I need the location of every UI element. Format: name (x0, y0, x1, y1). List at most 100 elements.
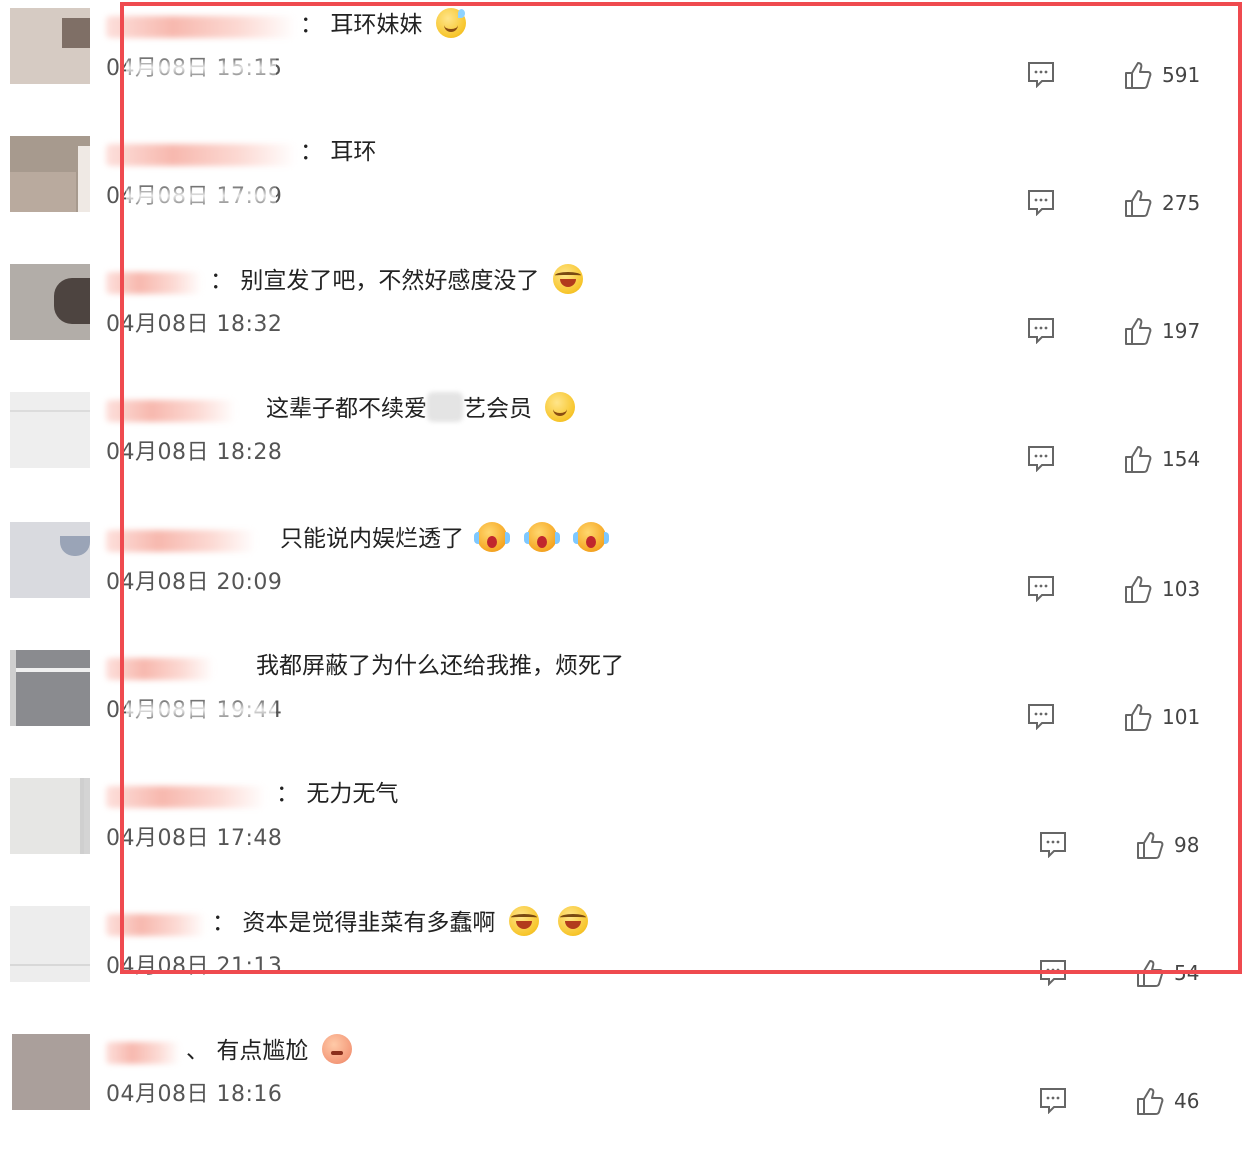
comment-body: 别宣发了吧，不然好感度没了 (240, 268, 540, 294)
shocked-emoji-icon (474, 522, 511, 552)
thumbs-up-icon (1125, 704, 1152, 731)
comment-icon[interactable] (1026, 60, 1056, 88)
username[interactable] (106, 914, 206, 936)
username[interactable] (106, 272, 202, 294)
comment-icon[interactable] (1038, 830, 1068, 858)
comment-text: 只能说内娱烂透了 (280, 522, 609, 555)
comment-date: 04月08日 18:32 (106, 312, 283, 337)
comment-icon[interactable] (1026, 702, 1056, 730)
thumbs-up-icon (1137, 960, 1164, 987)
like-count: 154 (1162, 447, 1201, 471)
separator: 、 (186, 1038, 209, 1064)
avatar[interactable] (10, 778, 90, 854)
like-button[interactable]: 275 (1124, 188, 1204, 218)
like-button[interactable]: 101 (1124, 702, 1204, 732)
comment-body: 耳环 (330, 139, 377, 165)
like-count: 46 (1174, 1089, 1200, 1113)
comment-item: ： 资本是觉得韭菜有多蠢啊 04月08日 21:13 54 (0, 902, 1248, 1030)
like-count: 103 (1162, 577, 1201, 601)
comment-icon[interactable] (1026, 574, 1056, 602)
comment-body: 耳环妹妹 (330, 12, 423, 38)
awkward-emoji-icon (321, 1034, 352, 1064)
comment-item: ： 无力无气 04月08日 17:48 98 (0, 774, 1248, 902)
username[interactable] (106, 1042, 180, 1064)
comment-text: ： 资本是觉得韭菜有多蠢啊 (212, 906, 588, 939)
laughing-emoji-icon (552, 264, 583, 294)
sweat-smile-emoji-icon (435, 8, 466, 38)
comment-item: ： 耳环妹妹 04月08日 15:15 591 (0, 4, 1248, 132)
avatar[interactable] (10, 392, 90, 468)
comment-body: 资本是觉得韭菜有多蠢啊 (242, 910, 496, 936)
comment-item: 只能说内娱烂透了 04月08日 20:09 103 (0, 518, 1248, 646)
comment-date: 04月08日 17:09 (106, 184, 283, 209)
comment-item: 我都屏蔽了为什么还给我推，烦死了 04月08日 19:44 101 (0, 646, 1248, 774)
thumbs-up-icon (1125, 62, 1152, 89)
avatar[interactable] (10, 906, 90, 982)
thumbs-up-icon (1125, 446, 1152, 473)
smile-emoji-icon (545, 392, 576, 422)
comment-body: 有点尴尬 (216, 1038, 309, 1064)
comment-text: ： 耳环 (300, 136, 376, 168)
like-count: 54 (1174, 961, 1200, 985)
comment-icon[interactable] (1026, 444, 1056, 472)
like-count: 275 (1162, 191, 1201, 215)
comment-item: 、 有点尴尬 04月08日 18:16 46 (0, 1030, 1248, 1158)
comment-text: 、 有点尴尬 (186, 1034, 352, 1067)
comment-text: 我都屏蔽了为什么还给我推，烦死了 (256, 650, 624, 682)
thumbs-up-icon (1125, 318, 1152, 345)
laughing-emoji-icon (557, 906, 588, 936)
comment-date: 04月08日 18:16 (106, 1082, 283, 1107)
username[interactable] (106, 400, 236, 422)
avatar[interactable] (10, 522, 90, 598)
comment-item: ： 别宣发了吧，不然好感度没了 04月08日 18:32 197 (0, 260, 1248, 388)
username[interactable] (106, 530, 256, 552)
avatar[interactable] (10, 8, 90, 84)
shocked-emoji-icon (523, 522, 560, 552)
username[interactable] (106, 786, 266, 808)
comment-body-rest: 艺会员 (463, 396, 532, 422)
laughing-emoji-icon (508, 906, 539, 936)
shocked-emoji-icon (572, 522, 609, 552)
avatar[interactable] (10, 264, 90, 340)
comment-item: 这辈子都不续爱 艺会员 04月08日 18:28 154 (0, 388, 1248, 516)
like-button[interactable]: 591 (1124, 60, 1204, 90)
username[interactable] (106, 144, 296, 166)
comment-date: 04月08日 17:48 (106, 826, 283, 851)
censor-mosaic (427, 392, 463, 422)
like-count: 101 (1162, 705, 1201, 729)
avatar[interactable] (10, 650, 90, 726)
comment-item: ： 耳环 04月08日 17:09 275 (0, 132, 1248, 260)
comment-date: 04月08日 15:15 (106, 56, 283, 81)
like-button[interactable]: 98 (1136, 830, 1206, 860)
avatar[interactable] (10, 136, 90, 212)
comment-icon[interactable] (1026, 188, 1056, 216)
comment-text: ： 耳环妹妹 (300, 8, 466, 41)
like-button[interactable]: 46 (1136, 1086, 1206, 1116)
comment-icon[interactable] (1038, 958, 1068, 986)
thumbs-up-icon (1125, 190, 1152, 217)
comment-body: 只能说内娱烂透了 (280, 526, 464, 552)
comment-icon[interactable] (1026, 316, 1056, 344)
separator: ： (212, 910, 235, 936)
like-button[interactable]: 54 (1136, 958, 1206, 988)
like-count: 98 (1174, 833, 1200, 857)
avatar[interactable] (12, 1034, 90, 1110)
like-button[interactable]: 103 (1124, 574, 1204, 604)
thumbs-up-icon (1137, 1088, 1164, 1115)
separator: ： (210, 268, 233, 294)
comment-body: 我都屏蔽了为什么还给我推，烦死了 (256, 653, 624, 679)
comment-text: ： 无力无气 (276, 778, 398, 810)
like-button[interactable]: 197 (1124, 316, 1204, 346)
username[interactable] (106, 16, 296, 38)
comment-date: 04月08日 20:09 (106, 570, 283, 595)
thumbs-up-icon (1125, 576, 1152, 603)
separator: ： (276, 781, 299, 807)
comment-date: 04月08日 18:28 (106, 440, 283, 465)
username[interactable] (106, 658, 214, 680)
comment-body: 这辈子都不续爱 (266, 396, 427, 422)
comment-date: 04月08日 19:44 (106, 698, 283, 723)
like-count: 197 (1162, 319, 1201, 343)
separator: ： (300, 12, 323, 38)
comment-icon[interactable] (1038, 1086, 1068, 1114)
like-button[interactable]: 154 (1124, 444, 1204, 474)
